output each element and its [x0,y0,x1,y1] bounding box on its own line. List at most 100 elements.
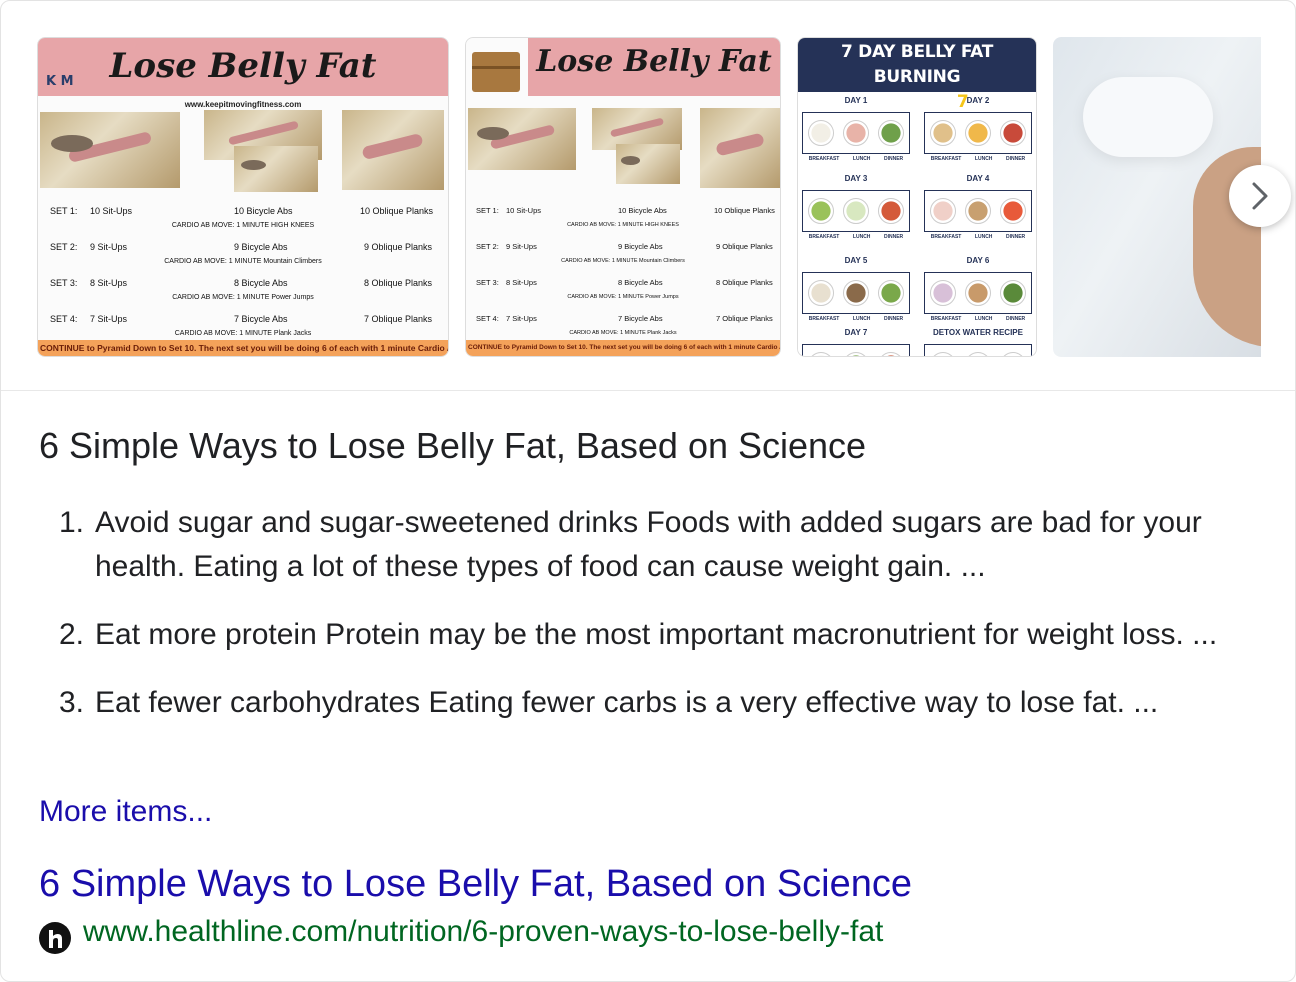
diet-day: DETOX WATER RECIPE [922,328,1034,356]
plate-icon [878,120,905,146]
set-label: SET 1: [476,206,499,215]
diet-day: DAY 3 BREAKFAST LUNCH DINNER [800,174,912,242]
set-cardio: CARDIO AB MOVE: 1 MINUTE Plank Jacks [569,330,677,336]
meal-labels: BREAKFAST LUNCH DINNER [802,156,910,162]
set-row: SET 2: 9 Sit-Ups 9 Bicycle Abs 9 Oblique… [38,242,448,278]
set-row: SET 3: 8 Sit-Ups 8 Bicycle Abs 8 Oblique… [466,278,780,314]
snippet-title: 6 Simple Ways to Lose Belly Fat, Based o… [39,425,867,466]
diet-day: DAY 2 BREAKFAST LUNCH DINNER [922,96,1034,164]
diet-day-label: DAY 6 [966,256,990,265]
carousel-image-3[interactable]: 7 DAY BELLY FAT BURNING DIET TO LOSE 7 L… [797,37,1037,357]
meal-plates [802,112,910,154]
set-bicycle: 7 Bicycle Abs [234,314,288,324]
plate-icon [1000,120,1027,146]
list-number: 1. [59,506,85,539]
meal-label: BREAKFAST [930,316,962,322]
set-row: SET 2: 9 Sit-Ups 9 Bicycle Abs 9 Oblique… [466,242,780,278]
meal-label: LUNCH [974,316,993,322]
source-url[interactable]: www.healthline.com/nutrition/6-proven-wa… [83,915,883,949]
meal-plates [924,272,1032,314]
plate-icon [807,280,834,306]
poster-title: Lose Belly Fat [109,46,377,86]
set-bicycle: 9 Bicycle Abs [234,242,288,252]
meal-label: LUNCH [974,156,993,162]
more-items-link[interactable]: More items... [39,795,212,829]
meal-plates [802,190,910,232]
set-label: SET 1: [50,206,78,216]
list-text: Avoid sugar and sugar-sweetened drinks F… [95,506,1202,583]
lose-belly-fat-poster: Lose Belly Fat SET 1: 10 Sit-Ups 10 Bicy… [465,37,781,357]
diet-header: 7 DAY BELLY FAT BURNING DIET TO LOSE 7 L… [798,38,1036,112]
set-label: SET 3: [50,278,78,288]
diet-day-label: DETOX WATER RECIPE [933,328,1023,337]
poster-sets: SET 1: 10 Sit-Ups 10 Bicycle Abs 10 Obli… [466,206,780,350]
carousel-next-button[interactable] [1229,165,1291,227]
set-row: SET 1: 10 Sit-Ups 10 Bicycle Abs 10 Obli… [466,206,780,242]
meal-labels: BREAKFAST LUNCH DINNER [924,316,1032,322]
diet-day: DAY 7 [800,328,912,356]
exercise-photo [468,108,576,170]
meal-plates [924,344,1032,356]
set-oblique: 8 Oblique Planks [716,278,773,287]
plate-icon [1000,198,1027,224]
plate-icon [807,120,834,146]
diet-day-label: DAY 3 [844,174,868,183]
set-situps: 9 Sit-Ups [506,242,537,251]
set-oblique: 10 Oblique Planks [360,206,434,216]
set-cardio: CARDIO AB MOVE: 1 MINUTE HIGH KNEES [171,222,315,229]
set-situps: 8 Sit-Ups [506,278,537,287]
diet-title-line1: 7 DAY BELLY FAT BURNING [840,42,994,87]
poster-site: www.keepitmovingfitness.com [184,100,302,109]
set-oblique: 10 Oblique Planks [714,206,775,215]
diet-plan-infographic: 7 DAY BELLY FAT BURNING DIET TO LOSE 7 L… [797,37,1037,357]
set-label: SET 3: [476,278,499,287]
list-item: 3. Eat fewer carbohydrates Eating fewer c… [41,681,1241,725]
carousel-image-1[interactable]: Lose Belly Fat K M www.keepitmovingfitne… [37,37,449,357]
meal-label: DINNER [1006,316,1026,322]
diet-day: DAY 1 BREAKFAST LUNCH DINNER [800,96,912,164]
lose-belly-fat-poster: Lose Belly Fat K M www.keepitmovingfitne… [37,37,449,357]
plate-icon [929,120,956,146]
set-label: SET 2: [50,242,78,252]
meal-plates [802,272,910,314]
diet-day: DAY 6 BREAKFAST LUNCH DINNER [922,256,1034,324]
set-oblique: 7 Oblique Planks [716,314,773,323]
list-number: 2. [59,618,85,651]
meal-label: DINNER [884,156,904,162]
exercise-photo [40,112,180,188]
set-bicycle: 8 Bicycle Abs [234,278,288,288]
set-bicycle: 10 Bicycle Abs [618,206,667,215]
plate-icon [1000,352,1027,356]
list-text: Eat more protein Protein may be the most… [95,618,1218,651]
plate-icon [807,198,834,224]
meal-label: LUNCH [852,234,871,240]
source-title-link[interactable]: 6 Simple Ways to Lose Belly Fat, Based o… [39,863,912,906]
set-cardio: CARDIO AB MOVE: 1 MINUTE Mountain Climbe… [164,258,322,265]
meal-labels: BREAKFAST LUNCH DINNER [802,316,910,322]
set-cardio: CARDIO AB MOVE: 1 MINUTE Power Jumps [172,294,314,301]
meal-label: BREAKFAST [808,234,840,240]
set-label: SET 4: [476,314,499,323]
plate-icon [842,280,869,306]
poster-footer: CONTINUE to Pyramid Down to Set 10. The … [466,340,780,356]
exercise-photo [700,108,780,188]
poster-sets: SET 1: 10 Sit-Ups 10 Bicycle Abs 10 Obli… [38,206,448,350]
healthline-favicon-icon [39,922,71,954]
poster-footer: CONTINUE to Pyramid Down to Set 10. The … [38,340,448,356]
exercise-photo [616,144,680,184]
carousel-image-2[interactable]: Lose Belly Fat SET 1: 10 Sit-Ups 10 Bicy… [465,37,781,357]
meal-label: LUNCH [852,316,871,322]
meal-label: DINNER [884,234,904,240]
plate-icon [878,198,905,224]
plate-icon [878,352,905,356]
meal-labels: BREAKFAST LUNCH DINNER [802,234,910,240]
box-icon [472,52,520,92]
set-bicycle: 9 Bicycle Abs [618,242,663,251]
set-label: SET 4: [50,314,78,324]
plate-icon [964,352,991,356]
meal-label: DINNER [1006,234,1026,240]
plate-icon [878,280,905,306]
plate-icon [964,120,991,146]
exercise-photo [342,110,444,190]
meal-label: BREAKFAST [930,156,962,162]
